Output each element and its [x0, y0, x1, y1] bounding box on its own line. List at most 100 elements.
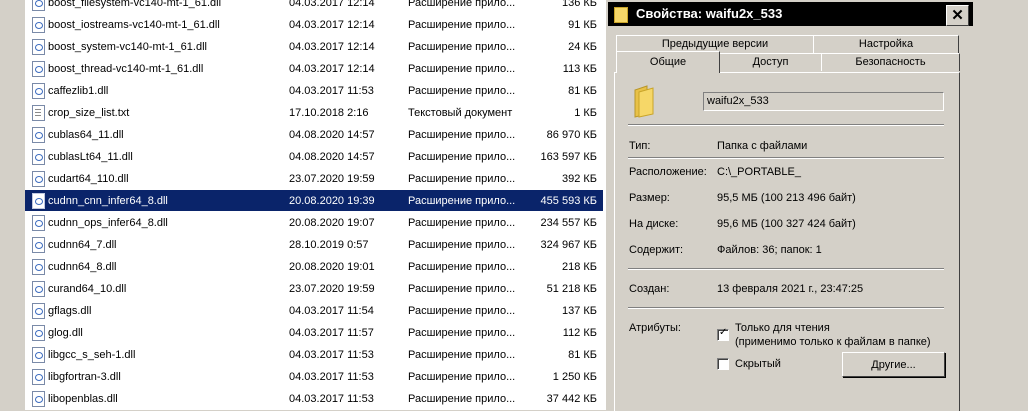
file-row[interactable]: cudnn_ops_infer64_8.dll 20.08.2020 19:07 Р…: [25, 212, 603, 233]
file-row[interactable]: libopenblas.dll 04.03.2017 11:53 Расширени…: [25, 388, 603, 409]
file-row[interactable]: cudnn64_7.dll 28.10.2019 0:57 Расширение п…: [25, 234, 603, 255]
file-date: 28.10.2019 0:57: [289, 238, 369, 251]
file-type: Расширение прило...: [408, 84, 516, 97]
file-row[interactable]: boost_filesystem-vc140-mt-1_61.dll 04.03.…: [25, 0, 603, 13]
readonly-label[interactable]: Только для чтения: [735, 322, 830, 334]
dll-icon: [32, 39, 45, 55]
file-type: Расширение прило...: [408, 304, 516, 317]
file-row[interactable]: cudnn64_8.dll 20.08.2020 19:01 Расширение …: [25, 256, 603, 277]
file-type: Расширение прило...: [408, 238, 516, 251]
file-name: libgcc_s_seh-1.dll: [48, 348, 136, 361]
file-type: Расширение прило...: [408, 150, 516, 163]
file-name: boost_filesystem-vc140-mt-1_61.dll: [48, 0, 222, 9]
file-type: Расширение прило...: [408, 194, 516, 207]
dll-icon: [32, 303, 45, 319]
file-date: 20.08.2020 19:01: [289, 260, 375, 273]
file-row[interactable]: curand64_10.dll 23.07.2020 19:59 Расширени…: [25, 278, 603, 299]
properties-dialog: Свойства: waifu2x_533 ✕ Предыдущие верси…: [605, 0, 1028, 411]
file-date: 04.08.2020 14:57: [289, 128, 375, 141]
file-row[interactable]: libgcc_s_seh-1.dll 04.03.2017 11:53 Расшир…: [25, 344, 603, 365]
location-value: C:\_PORTABLE_: [717, 166, 801, 178]
dialog-titlebar[interactable]: Свойства: waifu2x_533 ✕: [608, 2, 973, 26]
file-row[interactable]: cudnn_cnn_infer64_8.dll 20.08.2020 19:39 Р…: [25, 190, 603, 211]
file-list[interactable]: boost_filesystem-vc140-mt-1_61.dll 04.03.…: [25, 0, 603, 410]
file-row[interactable]: boost_system-vc140-mt-1_61.dll 04.03.2017…: [25, 36, 603, 57]
file-name: boost_thread-vc140-mt-1_61.dll: [48, 62, 204, 75]
tab-security[interactable]: Безопасность: [821, 53, 960, 71]
file-size: 163 597 КБ: [540, 150, 597, 163]
file-name: libopenblas.dll: [48, 392, 118, 405]
file-type: Расширение прило...: [408, 0, 516, 9]
file-type: Расширение прило...: [408, 128, 516, 141]
file-size: 1 250 КБ: [552, 370, 597, 383]
file-row[interactable]: gflags.dll 04.03.2017 11:54 Расширение при…: [25, 300, 603, 321]
tab-sharing[interactable]: Доступ: [719, 53, 822, 71]
file-name: gflags.dll: [48, 304, 92, 317]
file-date: 04.03.2017 11:53: [289, 370, 374, 383]
file-size: 24 КБ: [568, 40, 597, 53]
separator: [628, 157, 944, 159]
file-row[interactable]: libgfortran-3.dll 04.03.2017 11:53 Расшире…: [25, 366, 603, 387]
contains-label: Содержит:: [629, 244, 684, 256]
file-type: Расширение прило...: [408, 172, 516, 185]
file-name: crop_size_list.txt: [48, 106, 130, 119]
file-type: Расширение прило...: [408, 370, 516, 383]
dll-icon: [32, 149, 45, 165]
separator: [628, 307, 944, 309]
dll-icon: [32, 369, 45, 385]
file-size: 86 970 КБ: [546, 128, 597, 141]
dll-icon: [32, 83, 45, 99]
file-size: 81 КБ: [568, 84, 597, 97]
file-date: 04.03.2017 12:14: [289, 40, 375, 53]
file-row[interactable]: boost_iostreams-vc140-mt-1_61.dll 04.03.2…: [25, 14, 603, 35]
file-date: 20.08.2020 19:39: [289, 194, 375, 207]
dll-icon: [32, 61, 45, 77]
file-name: cublas64_11.dll: [48, 128, 124, 141]
file-row[interactable]: cublas64_11.dll 04.08.2020 14:57 Расширени…: [25, 124, 603, 145]
hidden-label[interactable]: Скрытый: [735, 358, 781, 370]
dialog-title: Свойства: waifu2x_533: [636, 6, 783, 21]
file-size: 137 КБ: [561, 304, 597, 317]
dll-icon: [32, 259, 45, 275]
dll-icon: [32, 127, 45, 143]
file-row[interactable]: cublasLt64_11.dll 04.08.2020 14:57 Расшире…: [25, 146, 603, 167]
file-date: 23.07.2020 19:59: [289, 282, 375, 295]
file-type: Расширение прило...: [408, 260, 516, 273]
dll-icon: [32, 193, 45, 209]
file-date: 04.03.2017 11:53: [289, 392, 374, 405]
folder-large-icon: [634, 85, 654, 118]
dll-icon: [32, 391, 45, 407]
file-row[interactable]: cudart64_110.dll 23.07.2020 19:59 Расширен…: [25, 168, 603, 189]
close-button[interactable]: ✕: [946, 5, 969, 26]
contains-value: Файлов: 36; папок: 1: [717, 244, 822, 256]
disk-size-label: На диске:: [629, 218, 679, 230]
separator: [628, 268, 944, 270]
file-size: 37 442 КБ: [546, 392, 597, 405]
type-value: Папка с файлами: [717, 140, 808, 152]
tab-general[interactable]: Общие: [616, 51, 720, 73]
file-row[interactable]: glog.dll 04.03.2017 11:57 Расширение прило…: [25, 322, 603, 343]
dll-icon: [32, 347, 45, 363]
file-date: 04.03.2017 12:14: [289, 0, 375, 9]
file-size: 112 КБ: [562, 326, 597, 339]
hidden-checkbox[interactable]: [717, 358, 729, 370]
file-row[interactable]: boost_thread-vc140-mt-1_61.dll 04.03.2017…: [25, 58, 603, 79]
created-value: 13 февраля 2021 г., 23:47:25: [717, 283, 864, 295]
file-row[interactable]: caffezlib1.dll 04.03.2017 11:53 Расширение…: [25, 80, 603, 101]
file-size: 91 КБ: [568, 18, 597, 31]
file-type: Расширение прило...: [408, 348, 516, 361]
file-row[interactable]: crop_size_list.txt 17.10.2018 2:16 Текстов…: [25, 102, 603, 123]
file-date: 04.03.2017 11:54: [289, 304, 374, 317]
file-name: cudnn_ops_infer64_8.dll: [48, 216, 168, 229]
readonly-checkbox[interactable]: [717, 327, 729, 341]
tab-customize[interactable]: Настройка: [813, 35, 959, 53]
file-size: 51 218 КБ: [546, 282, 597, 295]
folder-name-field[interactable]: [703, 92, 944, 111]
file-date: 04.03.2017 12:14: [289, 62, 375, 75]
other-button-label: Другие...: [871, 358, 916, 371]
dll-icon: [32, 215, 45, 231]
file-name: cudart64_110.dll: [48, 172, 129, 185]
other-attributes-button[interactable]: Другие...: [842, 352, 945, 377]
dll-icon: [32, 237, 45, 253]
file-date: 17.10.2018 2:16: [289, 106, 369, 119]
